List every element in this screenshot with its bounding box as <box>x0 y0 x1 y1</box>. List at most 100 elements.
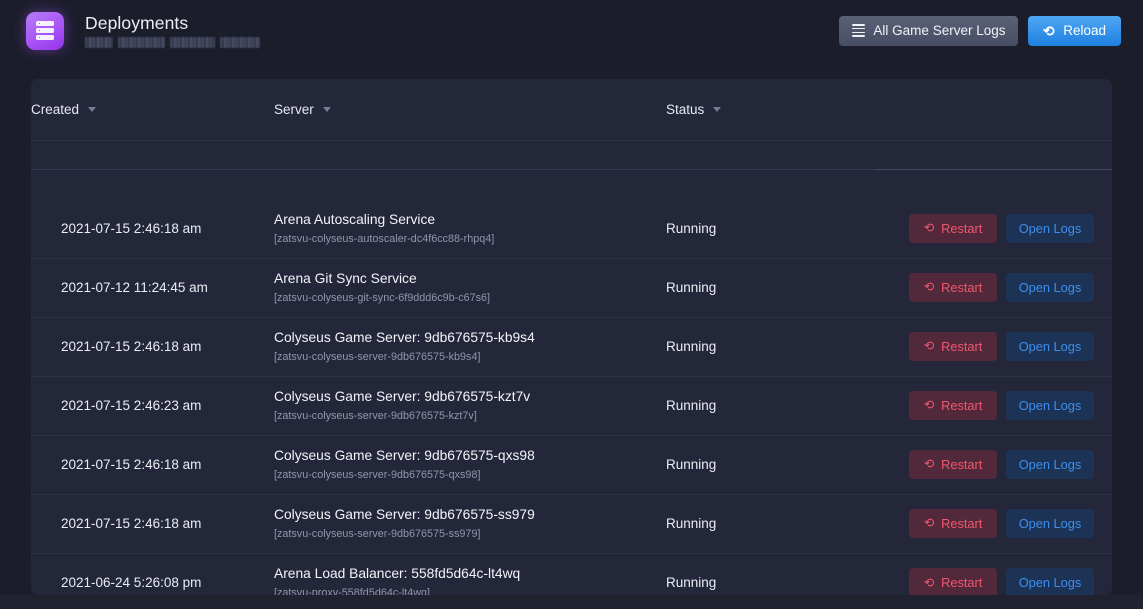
refresh-icon: ⟳ <box>923 457 935 472</box>
deployments-card: Created Server Status 2021-07-15 2:46:18… <box>31 79 1112 609</box>
cell-server: Colyseus Game Server: 9db676575-qxs98 [za… <box>274 434 666 494</box>
open-logs-button[interactable]: Open Logs <box>1006 213 1094 243</box>
cell-actions: ⟳ Restart Open Logs <box>876 493 1112 553</box>
column-header-created[interactable]: Created <box>31 79 274 140</box>
restart-label: Restart <box>941 220 983 236</box>
column-header-created-label: Created <box>31 101 80 117</box>
table-row: 2021-07-15 2:46:18 am Colyseus Game Serve… <box>31 493 1112 553</box>
chevron-down-icon <box>713 106 722 112</box>
refresh-icon: ⟳ <box>923 339 935 354</box>
cell-created: 2021-07-15 2:46:18 am <box>31 316 274 376</box>
table-row: 2021-07-15 2:46:18 am Arena Autoscaling S… <box>31 199 1112 258</box>
open-logs-label: Open Logs <box>1018 457 1082 472</box>
cell-status: Running <box>666 257 876 317</box>
refresh-icon: ⟳ <box>1043 22 1056 39</box>
refresh-icon: ⟳ <box>923 516 935 531</box>
server-name: Colyseus Game Server: 9db676575-ss979 <box>274 507 535 522</box>
restart-label: Restart <box>941 339 983 354</box>
cell-server: Arena Autoscaling Service [zatsvu-colyseu… <box>274 199 666 258</box>
server-pod-id: [zatsvu-colyseus-server-9db676575-kb9s4] <box>274 351 481 363</box>
cell-created: 2021-07-15 2:46:23 am <box>31 375 274 435</box>
cell-status: Running <box>666 493 876 553</box>
server-name: Arena Git Sync Service <box>274 271 417 286</box>
server-name: Arena Autoscaling Service <box>274 211 436 227</box>
server-pod-id: [zatsvu-colyseus-server-9db676575-ss979] <box>274 528 481 540</box>
page-title: Deployments <box>85 12 189 33</box>
open-logs-button[interactable]: Open Logs <box>1006 450 1094 479</box>
column-header-status[interactable]: Status <box>666 79 876 140</box>
restart-label: Restart <box>941 575 983 591</box>
cell-server: Colyseus Game Server: 9db676575-kzt7v [za… <box>274 375 666 435</box>
open-logs-label: Open Logs <box>1018 280 1082 295</box>
cell-status: Running <box>666 316 876 376</box>
restart-button[interactable]: ⟳ Restart <box>909 568 997 598</box>
open-logs-button[interactable]: Open Logs <box>1006 391 1094 420</box>
open-logs-label: Open Logs <box>1018 220 1082 236</box>
title-block: Deployments <box>85 13 260 49</box>
open-logs-label: Open Logs <box>1018 575 1082 591</box>
open-logs-button[interactable]: Open Logs <box>1006 273 1094 302</box>
cell-status: Running <box>666 434 876 494</box>
server-name: Arena Load Balancer: 558fd5d64c-lt4wq <box>274 566 521 582</box>
cell-actions: ⟳ Restart Open Logs <box>876 316 1112 376</box>
column-header-actions <box>876 79 1112 140</box>
deployments-table: Created Server Status 2021-07-15 2:46:18… <box>31 79 1112 609</box>
chevron-down-icon <box>88 106 97 112</box>
restart-label: Restart <box>941 457 983 472</box>
server-stack-bar <box>36 35 54 40</box>
app-header: Deployments All Game Server Logs ⟳ Reloa… <box>0 0 1143 61</box>
open-logs-button[interactable]: Open Logs <box>1006 509 1094 538</box>
server-pod-id: [zatsvu-colyseus-git-sync-6f9ddd6c9b-c67… <box>274 292 491 304</box>
restart-button[interactable]: ⟳ Restart <box>909 509 997 538</box>
server-stack-bar <box>36 21 54 26</box>
reload-button[interactable]: ⟳ Reload <box>1028 15 1121 46</box>
server-name: Colyseus Game Server: 9db676575-kzt7v <box>274 389 531 404</box>
cell-actions: ⟳ Restart Open Logs <box>876 257 1112 317</box>
footer-strip <box>0 595 1143 609</box>
open-logs-label: Open Logs <box>1018 339 1082 354</box>
open-logs-label: Open Logs <box>1018 516 1082 531</box>
open-logs-button[interactable]: Open Logs <box>1006 568 1094 598</box>
open-logs-label: Open Logs <box>1018 398 1082 413</box>
restart-label: Restart <box>941 516 983 531</box>
server-stack-icon <box>26 11 64 50</box>
refresh-icon: ⟳ <box>923 398 935 413</box>
cell-server: Arena Git Sync Service [zatsvu-colyseus-g… <box>274 257 666 317</box>
server-name: Colyseus Game Server: 9db676575-kb9s4 <box>274 330 535 345</box>
table-body: 2021-07-15 2:46:18 am Arena Autoscaling S… <box>31 199 1112 609</box>
cell-actions: ⟳ Restart Open Logs <box>876 199 1112 258</box>
page-subtitle-redacted <box>85 37 260 49</box>
all-game-server-logs-button[interactable]: All Game Server Logs <box>839 15 1019 46</box>
chevron-down-icon <box>322 106 331 112</box>
table-row: 2021-07-12 11:24:45 am Arena Git Sync Ser… <box>31 257 1112 317</box>
cell-actions: ⟳ Restart Open Logs <box>876 434 1112 494</box>
restart-label: Restart <box>941 398 983 413</box>
cell-status: Running <box>666 375 876 435</box>
column-header-server[interactable]: Server <box>274 79 666 140</box>
cell-actions: ⟳ Restart Open Logs <box>876 375 1112 435</box>
column-header-server-label: Server <box>274 101 314 117</box>
cell-server: Colyseus Game Server: 9db676575-kb9s4 [za… <box>274 316 666 376</box>
header-divider <box>31 139 1112 199</box>
restart-button[interactable]: ⟳ Restart <box>909 391 997 420</box>
restart-button[interactable]: ⟳ Restart <box>909 332 997 361</box>
server-name: Colyseus Game Server: 9db676575-qxs98 <box>274 448 535 463</box>
restart-button[interactable]: ⟳ Restart <box>909 450 997 479</box>
table-row: 2021-07-15 2:46:23 am Colyseus Game Serve… <box>31 375 1112 435</box>
all-game-server-logs-label: All Game Server Logs <box>873 23 1006 38</box>
server-pod-id: [zatsvu-colyseus-server-9db676575-kzt7v] <box>274 410 477 422</box>
list-icon <box>852 24 866 37</box>
server-pod-id: [zatsvu-colyseus-server-9db676575-qxs98] <box>274 469 481 481</box>
header-actions: All Game Server Logs ⟳ Reload <box>839 15 1121 46</box>
restart-button[interactable]: ⟳ Restart <box>909 273 997 302</box>
server-stack-bar <box>36 28 54 33</box>
refresh-icon: ⟳ <box>923 280 935 295</box>
table-row: 2021-07-15 2:46:18 am Colyseus Game Serve… <box>31 434 1112 494</box>
cell-status: Running <box>666 220 717 236</box>
column-header-status-label: Status <box>666 101 705 117</box>
restart-button[interactable]: ⟳ Restart <box>909 213 997 243</box>
cell-created: 2021-07-12 11:24:45 am <box>31 257 274 317</box>
server-pod-id: [zatsvu-colyseus-autoscaler-dc4f6cc88-rh… <box>274 232 495 245</box>
refresh-icon: ⟳ <box>923 575 935 590</box>
open-logs-button[interactable]: Open Logs <box>1006 332 1094 361</box>
